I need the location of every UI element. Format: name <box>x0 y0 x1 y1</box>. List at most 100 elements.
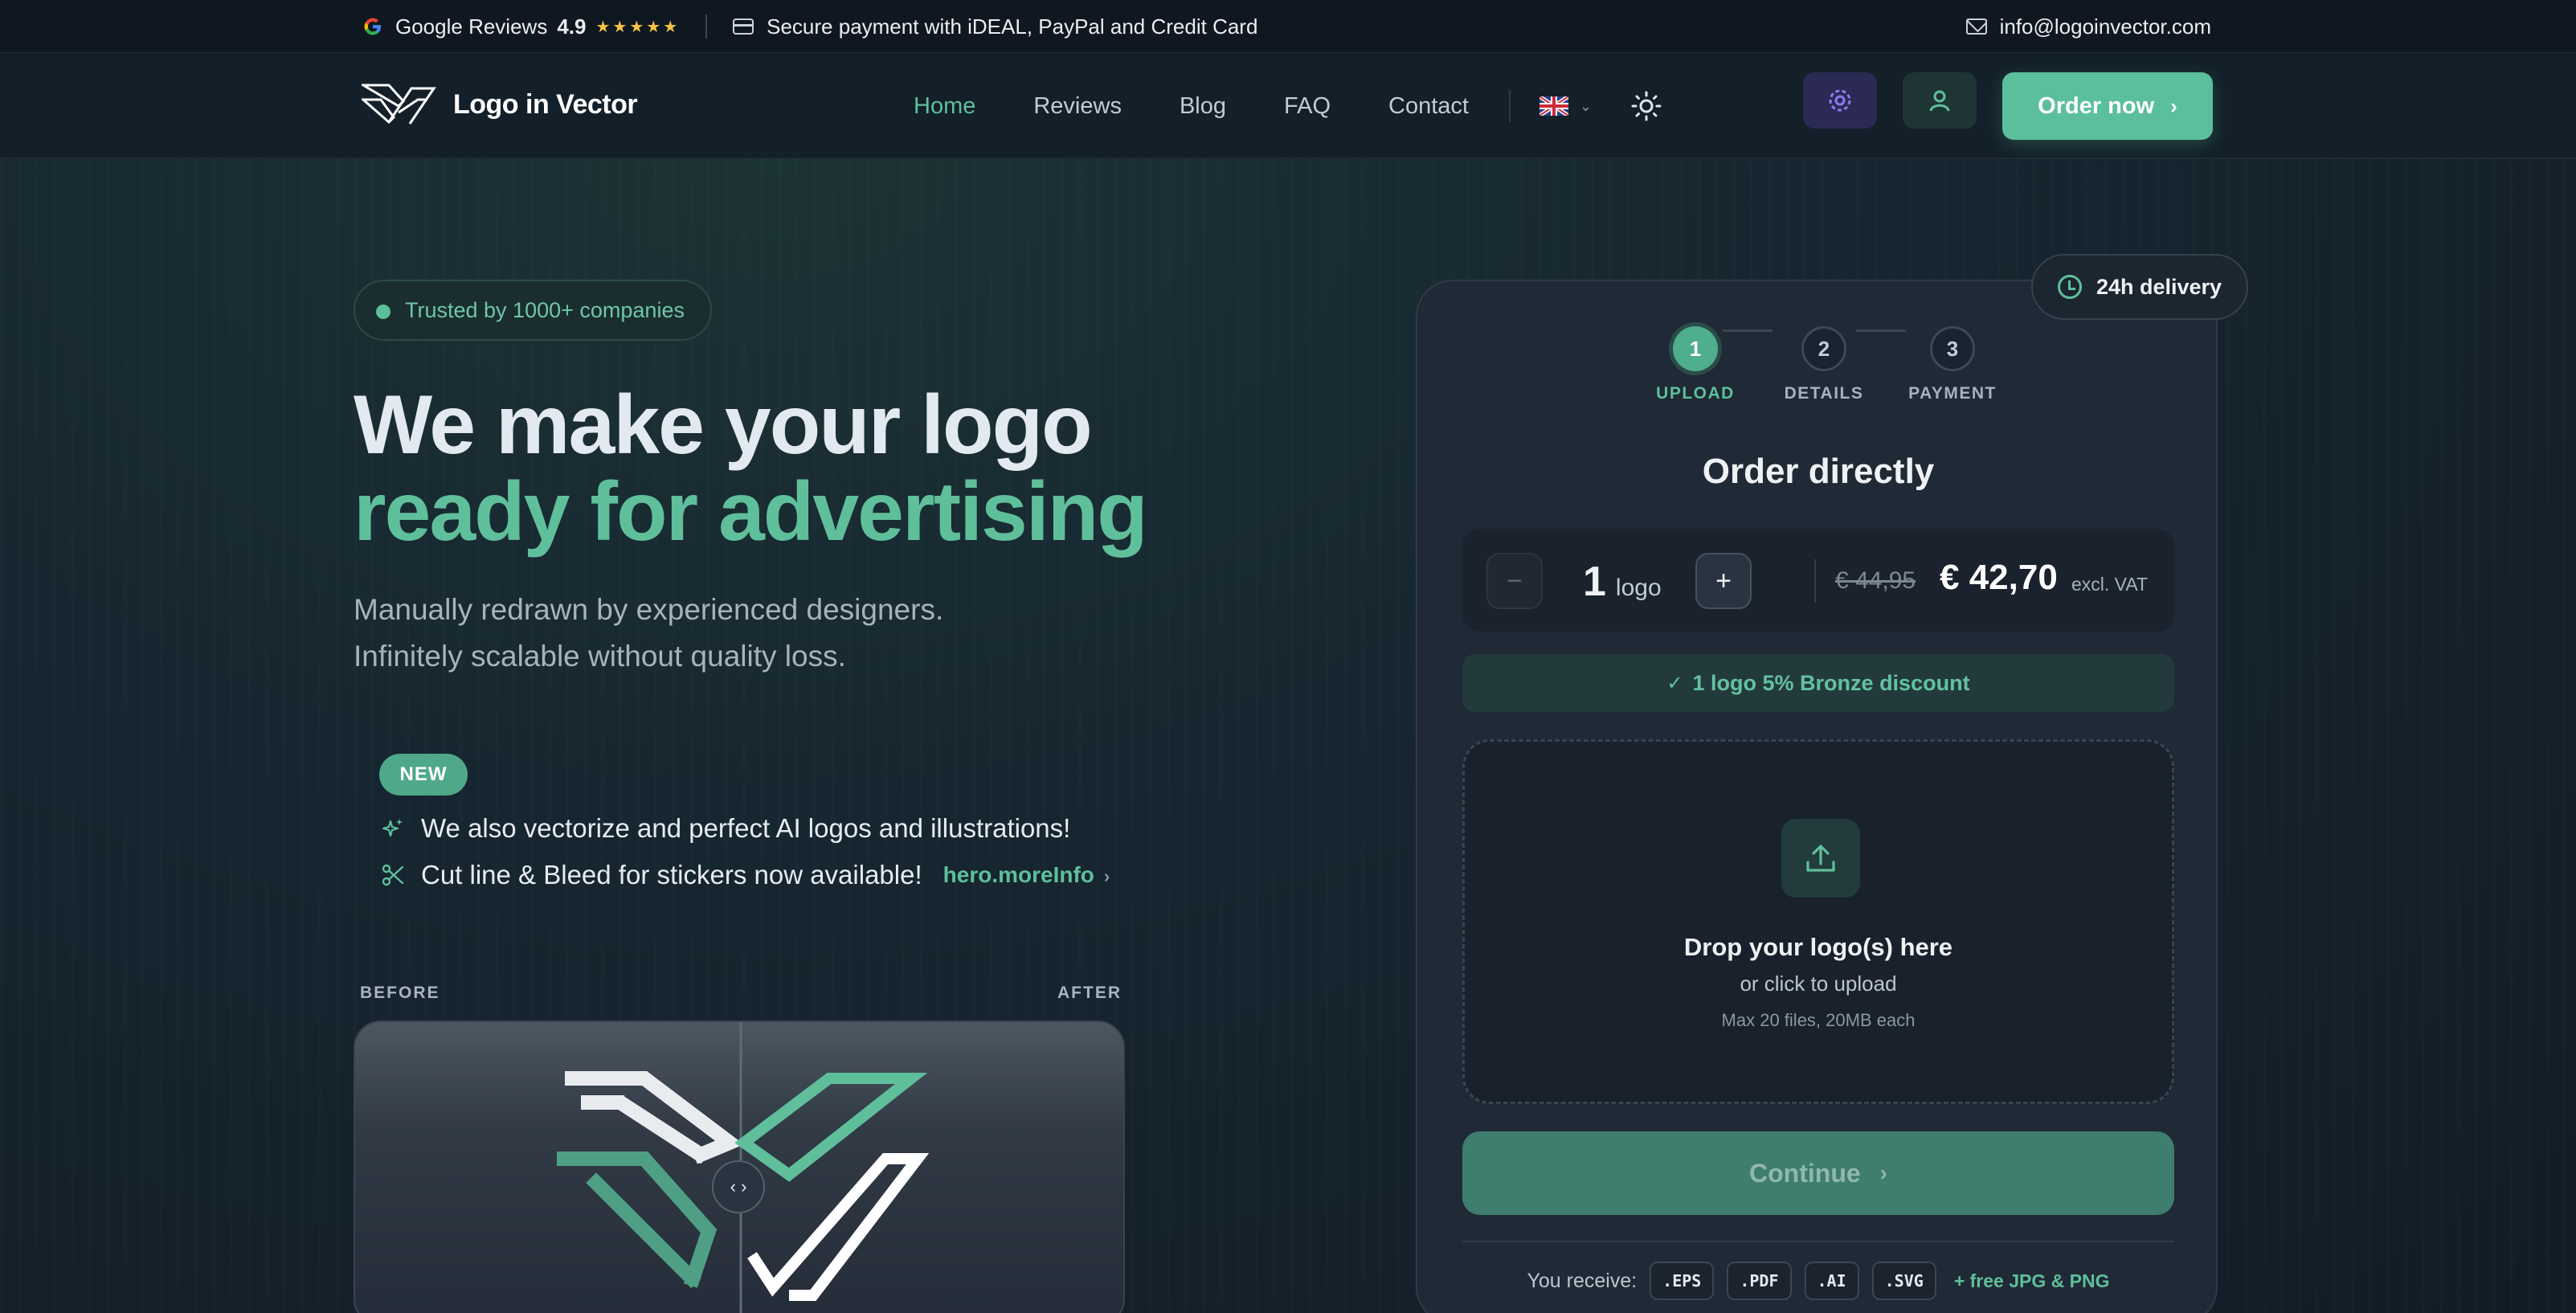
nav-link-contact[interactable]: Contact <box>1388 93 1469 120</box>
theme-toggle-sun-icon[interactable] <box>1630 90 1662 122</box>
new-badge: NEW <box>379 754 468 796</box>
before-label: BEFORE <box>360 984 440 1002</box>
card-divider <box>1462 1241 2174 1242</box>
order-title: Order directly <box>1702 452 1935 491</box>
account-button[interactable] <box>1903 72 1977 129</box>
decrease-quantity-button[interactable]: − <box>1486 553 1543 609</box>
format-badge-pdf: .PDF <box>1727 1262 1792 1300</box>
upload-dropzone[interactable]: Drop your logo(s) here or click to uploa… <box>1462 739 2174 1104</box>
language-chevron-down-icon[interactable]: ⌄ <box>1580 98 1592 115</box>
quantity-unit: logo <box>1615 575 1662 601</box>
chevron-right-icon: › <box>2170 93 2177 118</box>
clock-icon <box>2057 275 2082 299</box>
quantity-price-box: − 1 logo + € 44,95 € 42,70 excl. VAT <box>1462 529 2174 632</box>
order-now-label: Order now <box>2038 92 2155 119</box>
step-connector <box>1723 329 1773 332</box>
format-badge-eps: .EPS <box>1650 1262 1715 1300</box>
original-price: € 44,95 <box>1835 567 1916 594</box>
scissors-icon <box>382 864 404 886</box>
google-icon <box>364 18 381 35</box>
brand-name: Logo in Vector <box>453 88 638 120</box>
feature-ai-logos: We also vectorize and perfect AI logos a… <box>381 813 1070 844</box>
increase-quantity-button[interactable]: + <box>1695 553 1752 609</box>
hero-subline-1: Manually redrawn by experienced designer… <box>354 593 944 626</box>
step-1-number: 1 <box>1673 326 1718 371</box>
discount-text: 1 logo 5% Bronze discount <box>1692 670 1970 695</box>
after-label: AFTER <box>1057 984 1122 1002</box>
order-card: 1 UPLOAD 2 DETAILS 3 PAYMENT Order direc… <box>1416 280 2218 1313</box>
email-link[interactable]: info@logoinvector.com <box>2000 14 2211 39</box>
order-now-button[interactable]: Order now › <box>2002 72 2213 140</box>
free-formats-note: + free JPG & PNG <box>1953 1270 2110 1291</box>
chevron-right-icon: › <box>1103 866 1110 886</box>
more-info-link[interactable]: hero.moreInfo › <box>943 862 1110 888</box>
delivery-badge: 24h delivery <box>2031 254 2248 320</box>
nav-link-faq[interactable]: FAQ <box>1284 93 1331 120</box>
receive-label: You receive: <box>1527 1269 1638 1292</box>
gear-icon <box>1829 89 1851 112</box>
user-icon <box>1929 90 1950 112</box>
chevron-right-icon: › <box>1879 1160 1887 1185</box>
vector-logo-after <box>734 1073 930 1301</box>
step-3-label: PAYMENT <box>1908 384 1997 403</box>
dropzone-limits: Max 20 files, 20MB each <box>1721 1010 1916 1030</box>
nav-link-reviews[interactable]: Reviews <box>1033 93 1122 120</box>
quantity-number: 1 <box>1583 558 1606 605</box>
mail-icon <box>1965 18 1987 35</box>
pixelated-logo-before <box>557 1071 744 1293</box>
hero-headline-line1: We make your logo <box>354 378 1093 472</box>
price-divider <box>1814 559 1816 603</box>
continue-button[interactable]: Continue › <box>1462 1131 2174 1215</box>
topbar-right: info@logoinvector.com <box>1965 0 2211 53</box>
format-badge-svg: .SVG <box>1871 1262 1936 1300</box>
topbar-divider <box>705 14 708 39</box>
logo-mark-icon <box>362 84 436 125</box>
vat-note: excl. VAT <box>2071 574 2148 595</box>
settings-button[interactable] <box>1803 72 1877 129</box>
step-details: 2 DETAILS <box>1768 326 1880 403</box>
check-icon: ✓ <box>1666 672 1683 694</box>
before-after-comparison[interactable]: ‹ › <box>354 1021 1125 1313</box>
nav-link-blog[interactable]: Blog <box>1180 93 1226 120</box>
nav-divider <box>1508 90 1511 122</box>
discounted-price: € 42,70 <box>1940 558 2058 597</box>
more-info-label: hero.moreInfo <box>942 862 1094 887</box>
feature-cut-line: Cut line & Bleed for stickers now availa… <box>381 860 1110 890</box>
upload-icon <box>1781 819 1860 898</box>
secure-payment-text: Secure payment with iDEAL, PayPal and Cr… <box>767 14 1258 39</box>
rating-stars: ★★★★★ <box>595 18 681 36</box>
step-1-label: UPLOAD <box>1656 384 1735 403</box>
topbar-left: Google Reviews 4.9 ★★★★★ Secure payment … <box>362 0 1257 53</box>
top-info-bar: Google Reviews 4.9 ★★★★★ Secure payment … <box>0 0 2576 53</box>
google-reviews-label[interactable]: Google Reviews <box>395 14 547 39</box>
uk-flag-icon[interactable] <box>1539 96 1568 116</box>
hero-section: Trusted by 1000+ companies We make your … <box>354 159 1157 1313</box>
credit-card-icon <box>733 18 754 35</box>
hero-headline-line2: ready for advertising <box>354 465 1148 558</box>
quantity-value: 1 logo <box>1583 558 1662 606</box>
sparkles-icon <box>382 819 403 837</box>
format-badge-ai: .AI <box>1804 1262 1859 1300</box>
chevron-left-icon: ‹ <box>730 1176 736 1196</box>
nav-link-home[interactable]: Home <box>914 93 975 120</box>
step-upload: 1 UPLOAD <box>1655 326 1736 403</box>
delivery-label: 24h delivery <box>2096 274 2222 299</box>
chevron-right-icon: › <box>741 1176 747 1196</box>
feature-ai-text: We also vectorize and perfect AI logos a… <box>421 813 1071 843</box>
trusted-badge: Trusted by 1000+ companies <box>354 280 712 341</box>
hero-subline-2: Infinitely scalable without quality loss… <box>354 640 846 673</box>
step-3-number: 3 <box>1930 326 1975 371</box>
feature-cut-text: Cut line & Bleed for stickers now availa… <box>421 860 922 890</box>
brand-logo[interactable]: Logo in Vector <box>362 80 638 129</box>
dropzone-title: Drop your logo(s) here <box>1683 933 1953 961</box>
discount-banner: ✓ 1 logo 5% Bronze discount <box>1462 654 2174 712</box>
rating-value: 4.9 <box>557 14 587 39</box>
continue-label: Continue <box>1749 1158 1861 1188</box>
nav-links: Home Reviews Blog FAQ Contact ⌄ <box>914 53 1662 159</box>
step-2-label: DETAILS <box>1784 384 1864 403</box>
step-2-number: 2 <box>1801 326 1846 371</box>
dropzone-subtitle: or click to upload <box>1740 971 1897 996</box>
deliverables-row: You receive: .EPS .PDF .AI .SVG + free J… <box>1417 1262 2219 1300</box>
comparison-slider-handle[interactable]: ‹ › <box>712 1160 765 1213</box>
step-payment: 3 PAYMENT <box>1896 326 2009 403</box>
